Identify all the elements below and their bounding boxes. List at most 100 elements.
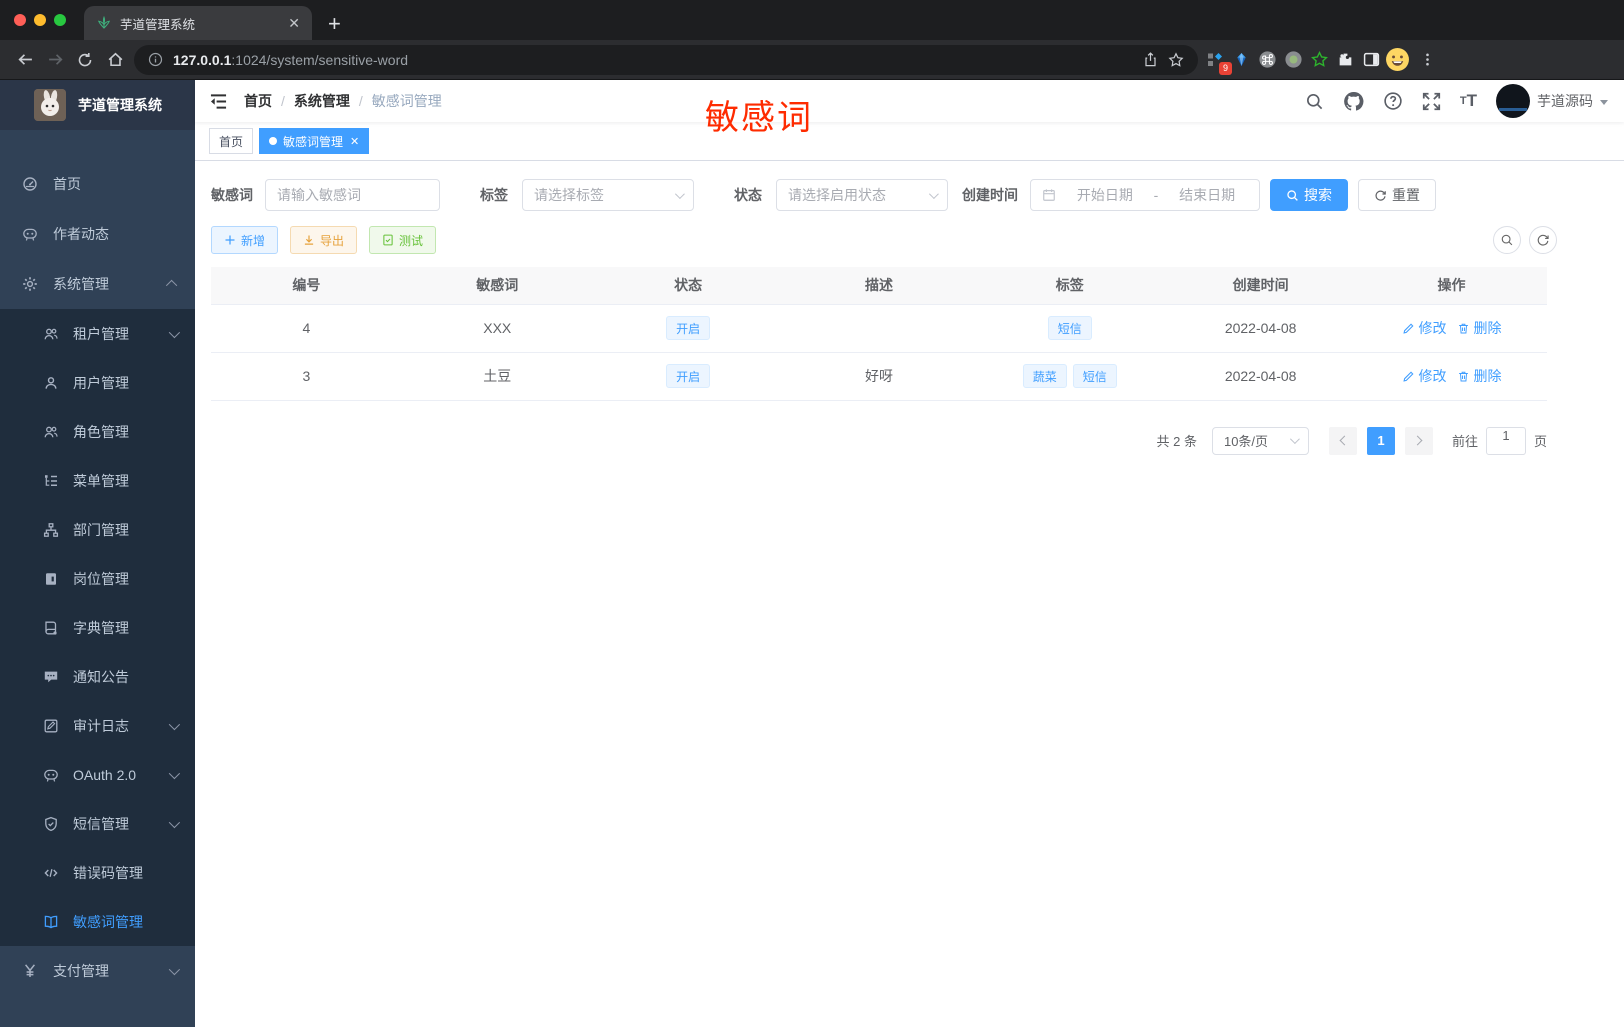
tag-view-item[interactable]: 首页 (209, 128, 254, 154)
test-button[interactable]: 测试 (369, 226, 437, 254)
extension-monkey-icon[interactable]: 9 (1202, 46, 1232, 75)
tab-close-icon[interactable]: ✕ (286, 15, 302, 32)
tags-view: 首页 敏感词管理 ✕ (195, 122, 1624, 161)
sidebar-item-label: 审计日志 (73, 717, 129, 734)
home-icon[interactable] (100, 45, 130, 75)
sidebar-item-author-news[interactable]: 作者动态 (0, 209, 195, 259)
minimize-window-button[interactable] (34, 14, 46, 26)
table-row: 4 XXX 开启 短信 2022-04-08 修改 删除 (211, 304, 1547, 353)
sidebar-item-dept[interactable]: 部门管理 (0, 505, 195, 554)
breadcrumb-item[interactable]: 系统管理 (294, 91, 350, 111)
search-button[interactable]: 搜索 (1270, 179, 1348, 211)
sidebar-item-audit-log[interactable]: 审计日志 (0, 701, 195, 750)
delete-link[interactable]: 删除 (1457, 366, 1502, 386)
bookmark-star-icon[interactable] (1168, 51, 1184, 68)
window-controls (0, 0, 84, 40)
column-header: 描述 (783, 267, 975, 305)
chevron-down-icon (168, 326, 181, 338)
help-icon[interactable] (1383, 91, 1403, 111)
edit-link[interactable]: 修改 (1402, 318, 1447, 338)
code-icon (42, 865, 59, 881)
prev-page-button[interactable] (1328, 426, 1357, 455)
reset-button[interactable]: 重置 (1358, 179, 1436, 211)
search-form: 敏感词 请输入敏感词 标签 请选择标签 状态 请选择启用状态 创建时间 开始日期… (211, 179, 1547, 211)
zoom-window-button[interactable] (54, 14, 66, 26)
extensions-puzzle-icon[interactable] (1332, 46, 1358, 74)
sidebar-item-dict[interactable]: 字典管理 (0, 603, 195, 652)
column-header: 创建时间 (1165, 267, 1357, 305)
extension-record-icon[interactable] (1280, 46, 1306, 74)
share-icon[interactable] (1143, 52, 1158, 67)
sidebar-item-oauth2[interactable]: OAuth 2.0 (0, 750, 195, 799)
fullscreen-icon[interactable] (1422, 92, 1441, 111)
caret-down-icon (1600, 100, 1608, 105)
sidebar-item-label: 作者动态 (53, 226, 109, 242)
date-start-placeholder: 开始日期 (1076, 187, 1133, 203)
user-menu[interactable]: 芋道源码 (1496, 84, 1608, 118)
sidebar-item-home[interactable]: 首页 (0, 159, 195, 209)
site-info-icon[interactable] (148, 52, 163, 67)
address-bar[interactable]: 127.0.0.1:1024/system/sensitive-word (134, 44, 1198, 75)
sidebar-item-system[interactable]: 系统管理 (0, 259, 195, 309)
extension-gem-icon[interactable] (1228, 46, 1254, 74)
chevron-left-icon (1339, 435, 1350, 446)
refresh-table-button[interactable] (1529, 226, 1557, 254)
collapse-sidebar-icon[interactable] (209, 93, 228, 110)
app-logo[interactable]: 芋道管理系统 (0, 80, 195, 130)
trash-icon (1457, 322, 1470, 335)
font-size-icon[interactable]: TT (1460, 91, 1477, 111)
sidebar-item-tenant[interactable]: 租户管理 (0, 309, 195, 358)
column-header: 编号 (211, 267, 402, 305)
sidebar-item-user[interactable]: 用户管理 (0, 358, 195, 407)
chevron-down-icon (168, 816, 181, 828)
extension-command-icon[interactable] (1254, 46, 1280, 74)
date-range-input[interactable]: 开始日期 - 结束日期 (1030, 179, 1260, 211)
tag-select[interactable]: 请选择标签 (522, 179, 694, 211)
browser-menu-icon[interactable] (1412, 45, 1442, 75)
reload-icon[interactable] (70, 45, 100, 75)
browser-tab[interactable]: 芋道管理系统 ✕ (84, 6, 312, 40)
sidebar-item-menu[interactable]: 菜单管理 (0, 456, 195, 505)
goto-page-input[interactable]: 1 (1485, 426, 1526, 455)
tag-label: 标签 (480, 187, 508, 203)
edit-link[interactable]: 修改 (1402, 366, 1447, 386)
profile-avatar-emoji-icon[interactable] (1384, 46, 1410, 74)
badge-icon (42, 571, 59, 587)
sidebar-item-sms[interactable]: 短信管理 (0, 799, 195, 848)
toggle-search-button[interactable] (1493, 226, 1521, 254)
logo-rabbit-image (34, 89, 66, 121)
date-label: 创建时间 (962, 187, 1018, 203)
back-icon[interactable] (10, 45, 40, 75)
side-panel-icon[interactable] (1358, 46, 1384, 74)
keyword-input[interactable]: 请输入敏感词 (265, 179, 440, 211)
close-window-button[interactable] (14, 14, 26, 26)
page-size-select[interactable]: 10条/页 (1211, 426, 1309, 455)
tag-view-item[interactable]: 敏感词管理 ✕ (259, 128, 370, 154)
header-search-icon[interactable] (1305, 92, 1324, 111)
sidebar-item-error-code[interactable]: 错误码管理 (0, 848, 195, 897)
sidebar-item-post[interactable]: 岗位管理 (0, 554, 195, 603)
sidebar-item-role[interactable]: 角色管理 (0, 407, 195, 456)
new-tab-button[interactable]: + (328, 13, 341, 35)
github-icon[interactable] (1343, 91, 1364, 112)
sidebar-item-notice[interactable]: 通知公告 (0, 652, 195, 701)
page-unit-label: 页 (1533, 434, 1547, 449)
export-button[interactable]: 导出 (290, 226, 358, 254)
tree-icon (42, 473, 59, 489)
forward-icon[interactable] (40, 45, 70, 75)
status-select[interactable]: 请选择启用状态 (776, 179, 948, 211)
page-number-button[interactable]: 1 (1366, 426, 1395, 455)
yen-icon (21, 963, 38, 979)
dashboard-icon (21, 176, 38, 192)
add-button[interactable]: 新增 (211, 226, 279, 254)
next-page-button[interactable] (1404, 426, 1433, 455)
extension-star-icon[interactable] (1306, 46, 1332, 74)
sidebar-item-sensitive-word[interactable]: 敏感词管理 (0, 897, 195, 946)
sidebar-item-pay[interactable]: 支付管理 (0, 946, 195, 996)
delete-link[interactable]: 删除 (1457, 318, 1502, 338)
sidebar-item-label: 用户管理 (73, 374, 129, 391)
breadcrumb: 首页 / 系统管理 / 敏感词管理 (244, 91, 442, 111)
breadcrumb-item[interactable]: 首页 (244, 91, 272, 111)
tag-close-icon[interactable]: ✕ (350, 135, 359, 148)
keyword-label: 敏感词 (211, 187, 253, 203)
